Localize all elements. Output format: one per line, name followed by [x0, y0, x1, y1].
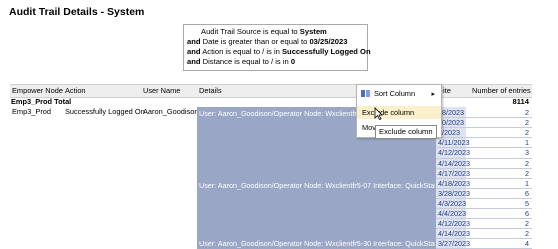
filter-value: Successfully Logged On	[281, 47, 371, 56]
filter-and: and	[187, 47, 201, 56]
filter-value: System	[299, 27, 327, 36]
date-cell: 4/11/2023	[438, 138, 470, 148]
detail-cell: User: Aaron_Goodison/Operator Node: Wxcl…	[199, 181, 435, 190]
date-cell: 4/12/2023	[438, 148, 470, 158]
filter-line-date: and Date is greater than or equal to 03/…	[187, 37, 347, 47]
date-cell: 3/28/2023	[438, 188, 470, 198]
menu-label: Sort Column	[374, 89, 416, 98]
entry-count-link[interactable]: 2	[525, 128, 529, 137]
filter-text: Distance is equal to / is in	[200, 57, 291, 66]
page-title: Audit Trail Details - System	[9, 6, 145, 18]
col-header-date[interactable]: ite	[443, 86, 451, 95]
date-cell: 4/14/2023	[438, 158, 470, 168]
total-label: Emp3_Prod Total	[11, 97, 72, 106]
date-cell: 4/17/2023	[438, 168, 470, 178]
col-header-empower-node[interactable]: Empower Node	[12, 86, 63, 95]
entry-count-link[interactable]: 2	[525, 118, 529, 127]
entry-count-link[interactable]: 5	[525, 199, 529, 208]
date-cell: 4/4/2023	[438, 209, 466, 218]
audit-table: Empower Node Action User Name Details it…	[10, 84, 532, 249]
entry-count-link[interactable]: 1	[525, 138, 529, 147]
entry-count-link[interactable]: 2	[525, 108, 529, 117]
filter-and: and	[187, 37, 201, 46]
entry-count-link[interactable]: 2	[525, 219, 529, 228]
sort-icon	[361, 90, 370, 97]
filter-summary: Audit Trail Source is equal to System an…	[183, 24, 371, 71]
entry-count-link[interactable]: 2	[525, 169, 529, 178]
entry-count-link[interactable]: 3	[525, 148, 529, 157]
menu-item-sort-column[interactable]: Sort Column ▸	[357, 87, 441, 100]
table-header: Empower Node Action User Name Details it…	[10, 84, 532, 98]
entry-count-link[interactable]: 6	[525, 189, 529, 198]
date-cell: 3/27/2023	[438, 239, 470, 249]
detail-cell: User: Aaron_Goodison/Operator Node: Wxcl…	[199, 239, 435, 248]
entry-count-link[interactable]: 1	[525, 179, 529, 188]
submenu-arrow-icon: ▸	[431, 91, 435, 98]
date-cell: 4/3/2023	[438, 198, 466, 208]
col-header-action[interactable]: Action	[65, 86, 86, 95]
date-cell: 4/14/2023	[438, 229, 470, 239]
filter-value: 0	[290, 57, 296, 66]
col-header-user-name[interactable]: User Name	[143, 86, 180, 95]
entry-count-link[interactable]: 2	[525, 159, 529, 168]
col-header-entries[interactable]: Number of entries	[472, 86, 531, 95]
entry-count-link[interactable]: 6	[525, 209, 529, 218]
menu-label: Mov	[362, 123, 376, 132]
filter-text: Date is greater than or equal to	[200, 37, 310, 46]
menu-label: Exclude column	[362, 108, 415, 117]
tooltip: Exclude column	[375, 125, 437, 139]
cursor-icon	[374, 107, 383, 121]
filter-text: Action is equal to / is in	[200, 47, 282, 56]
cell-node: Emp3_Prod	[12, 107, 52, 116]
entry-count-link[interactable]: 4	[525, 239, 529, 248]
total-row: Emp3_Prod Total 8114	[10, 97, 532, 106]
entry-count-link[interactable]: 2	[525, 229, 529, 238]
filter-text: Audit Trail Source is equal to	[201, 27, 300, 36]
filter-value: 03/25/2023	[309, 37, 348, 46]
date-cell: 4/12/2023	[438, 219, 470, 229]
filter-line-action: and Action is equal to / is in Successfu…	[187, 47, 371, 57]
cell-user: Aaron_Goodison	[143, 107, 199, 116]
filter-line-distance: and Distance is equal to / is in 0	[187, 57, 295, 67]
total-value: 8114	[512, 97, 529, 106]
date-cell: 4/18/2023	[438, 178, 470, 188]
filter-and: and	[187, 57, 201, 66]
menu-item-exclude-column[interactable]: Exclude column	[357, 106, 441, 119]
col-header-details[interactable]: Details	[199, 86, 222, 95]
cell-action: Successfully Logged On	[65, 107, 145, 116]
filter-line-source: Audit Trail Source is equal to System	[201, 27, 327, 37]
